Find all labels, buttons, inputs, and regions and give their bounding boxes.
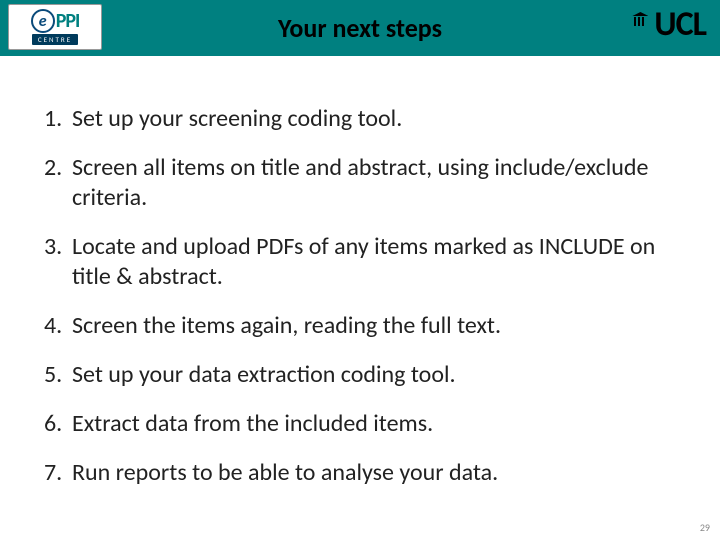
eppi-top: e PPI [31,9,80,33]
ucl-logo: UCL [632,8,706,42]
step-text: Locate and upload PDFs of any items mark… [70,232,676,292]
list-item: 1. Set up your screening coding tool. [44,96,676,145]
step-text: Screen the items again, reading the full… [70,311,676,341]
eppi-ppi-text: PPI [56,9,80,33]
steps-list: 1. Set up your screening coding tool. 2.… [0,56,720,499]
step-number: 5. [44,360,70,390]
step-number: 4. [44,311,70,341]
step-number: 6. [44,409,70,439]
list-item: 2. Screen all items on title and abstrac… [44,145,676,224]
list-item: 6. Extract data from the included items. [44,401,676,450]
step-number: 2. [44,153,70,213]
step-number: 3. [44,232,70,292]
ucl-text: UCL [654,8,706,42]
eppi-centre-text: CENTRE [32,34,78,45]
page-title: Your next steps [0,12,720,44]
eppi-e-icon: e [31,9,55,33]
list-item: 7. Run reports to be able to analyse you… [44,450,676,499]
step-text: Set up your data extraction coding tool. [70,360,676,390]
step-number: 7. [44,458,70,488]
page-number: 29 [700,521,710,534]
eppi-centre-logo: e PPI CENTRE [8,4,102,50]
step-text: Set up your screening coding tool. [70,104,676,134]
step-text: Extract data from the included items. [70,409,676,439]
list-item: 4. Screen the items again, reading the f… [44,303,676,352]
list-item: 3. Locate and upload PDFs of any items m… [44,224,676,303]
list-item: 5. Set up your data extraction coding to… [44,352,676,401]
slide: e PPI CENTRE Your next steps UCL 1. Set … [0,0,720,540]
header-bar: e PPI CENTRE Your next steps UCL [0,0,720,56]
step-text: Run reports to be able to analyse your d… [70,458,676,488]
step-number: 1. [44,104,70,134]
step-text: Screen all items on title and abstract, … [70,153,676,213]
portico-icon [632,12,648,26]
